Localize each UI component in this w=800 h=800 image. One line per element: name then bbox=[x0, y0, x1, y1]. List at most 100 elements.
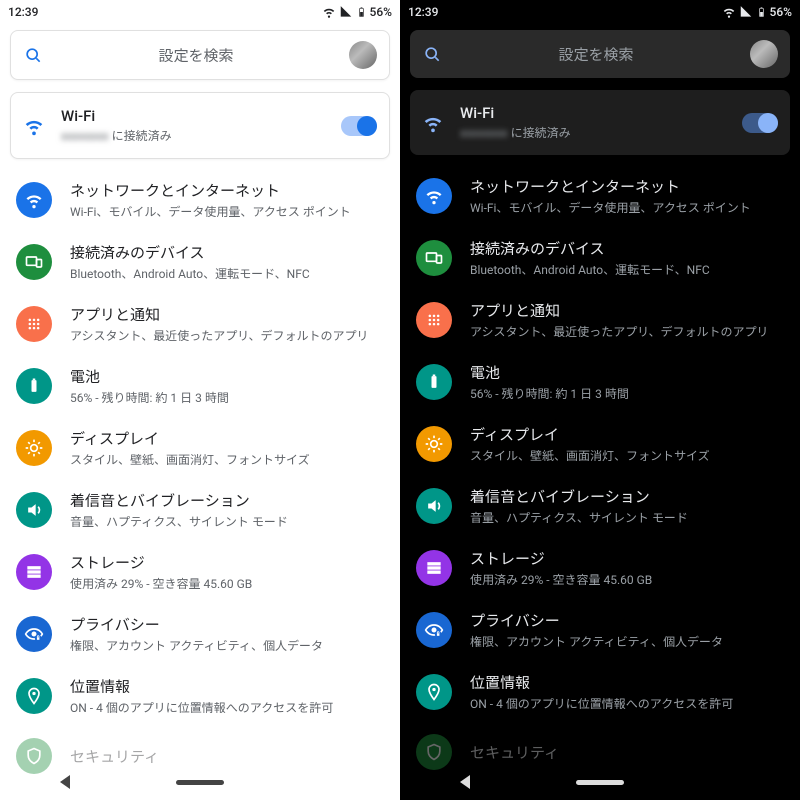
item-subtitle: スタイル、壁紙、画面消灯、フォントサイズ bbox=[470, 447, 784, 464]
item-title: ディスプレイ bbox=[70, 428, 384, 449]
display-icon bbox=[16, 430, 52, 466]
wifi-status-icon bbox=[322, 5, 336, 19]
wifi-subtitle: xxxxxxxx に接続済み bbox=[61, 127, 325, 144]
apps-icon bbox=[16, 306, 52, 342]
settings-item-storage[interactable]: ストレージ使用済み 29% - 空き容量 45.60 GB bbox=[400, 537, 800, 599]
item-title: ストレージ bbox=[470, 548, 784, 569]
nav-home-icon[interactable] bbox=[176, 780, 224, 785]
settings-item-battery[interactable]: 電池56% - 残り時間: 約 1 日 3 時間 bbox=[0, 355, 400, 417]
item-subtitle: 使用済み 29% - 空き容量 45.60 GB bbox=[70, 575, 384, 592]
location-icon bbox=[16, 678, 52, 714]
item-subtitle: ON - 4 個のアプリに位置情報へのアクセスを許可 bbox=[70, 699, 384, 716]
item-title: 接続済みのデバイス bbox=[470, 238, 784, 259]
wifi-title: Wi-Fi bbox=[460, 104, 726, 122]
wifi-card[interactable]: Wi-Fi xxxxxxxx に接続済み bbox=[10, 92, 390, 159]
item-title: ネットワークとインターネット bbox=[70, 180, 384, 201]
item-title: ストレージ bbox=[70, 552, 384, 573]
devices-icon bbox=[16, 244, 52, 280]
search-icon bbox=[23, 45, 43, 65]
wifi-icon bbox=[416, 178, 452, 214]
nav-back-icon[interactable] bbox=[60, 775, 70, 789]
item-title: 位置情報 bbox=[70, 676, 384, 697]
battery-icon bbox=[16, 368, 52, 404]
item-subtitle: 56% - 残り時間: 約 1 日 3 時間 bbox=[470, 385, 784, 402]
search-placeholder: 設定を検索 bbox=[55, 45, 337, 66]
item-subtitle: アシスタント、最近使ったアプリ、デフォルトのアプリ bbox=[470, 323, 784, 340]
item-subtitle: Wi-Fi、モバイル、データ使用量、アクセス ポイント bbox=[470, 199, 784, 216]
avatar[interactable] bbox=[349, 41, 377, 69]
item-subtitle: 使用済み 29% - 空き容量 45.60 GB bbox=[470, 571, 784, 588]
signal-icon bbox=[339, 5, 353, 19]
settings-item-sound[interactable]: 着信音とバイブレーション音量、ハプティクス、サイレント モード bbox=[400, 475, 800, 537]
item-subtitle: ON - 4 個のアプリに位置情報へのアクセスを許可 bbox=[470, 695, 784, 712]
item-subtitle: 音量、ハプティクス、サイレント モード bbox=[470, 509, 784, 526]
status-icons: 56% bbox=[722, 5, 792, 19]
item-title: ディスプレイ bbox=[470, 424, 784, 445]
nav-bar bbox=[400, 764, 800, 800]
privacy-icon bbox=[416, 612, 452, 648]
item-subtitle: 音量、ハプティクス、サイレント モード bbox=[70, 513, 384, 530]
settings-item-display[interactable]: ディスプレイスタイル、壁紙、画面消灯、フォントサイズ bbox=[0, 417, 400, 479]
search-bar[interactable]: 設定を検索 bbox=[410, 30, 790, 78]
wifi-icon bbox=[422, 112, 444, 134]
settings-item-wifi[interactable]: ネットワークとインターネットWi-Fi、モバイル、データ使用量、アクセス ポイン… bbox=[0, 169, 400, 231]
apps-icon bbox=[416, 302, 452, 338]
item-title: プライバシー bbox=[70, 614, 384, 635]
item-title: プライバシー bbox=[470, 610, 784, 631]
devices-icon bbox=[416, 240, 452, 276]
settings-item-sound[interactable]: 着信音とバイブレーション音量、ハプティクス、サイレント モード bbox=[0, 479, 400, 541]
search-icon bbox=[422, 44, 442, 64]
storage-icon bbox=[416, 550, 452, 586]
status-icons: 56% bbox=[322, 5, 392, 19]
settings-item-location[interactable]: 位置情報 ON - 4 個のアプリに位置情報へのアクセスを許可 bbox=[400, 661, 800, 723]
settings-list-dark: ネットワークとインターネット Wi-Fi、モバイル、データ使用量、アクセス ポイン… bbox=[400, 165, 800, 800]
storage-icon bbox=[16, 554, 52, 590]
status-time: 12:39 bbox=[8, 5, 38, 19]
item-subtitle: スタイル、壁紙、画面消灯、フォントサイズ bbox=[70, 451, 384, 468]
wifi-card[interactable]: Wi-Fi xxxxxxxx に接続済み bbox=[410, 90, 790, 155]
status-time: 12:39 bbox=[408, 5, 438, 19]
item-title: 電池 bbox=[70, 366, 384, 387]
wifi-subtitle: xxxxxxxx に接続済み bbox=[460, 124, 726, 141]
nav-home-icon[interactable] bbox=[576, 780, 624, 785]
settings-item-devices[interactable]: 接続済みのデバイスBluetooth、Android Auto、運転モード、NF… bbox=[0, 231, 400, 293]
battery-icon bbox=[756, 5, 767, 19]
settings-item-apps[interactable]: アプリと通知アシスタント、最近使ったアプリ、デフォルトのアプリ bbox=[400, 289, 800, 351]
settings-item-battery[interactable]: 電池56% - 残り時間: 約 1 日 3 時間 bbox=[400, 351, 800, 413]
sound-icon bbox=[16, 492, 52, 528]
settings-item-privacy[interactable]: プライバシー権限、アカウント アクティビティ、個人データ bbox=[0, 603, 400, 665]
wifi-status-icon bbox=[722, 5, 736, 19]
item-subtitle: Bluetooth、Android Auto、運転モード、NFC bbox=[470, 261, 784, 278]
item-title: セキュリティ bbox=[470, 742, 784, 763]
settings-item-privacy[interactable]: プライバシー権限、アカウント アクティビティ、個人データ bbox=[400, 599, 800, 661]
wifi-toggle[interactable] bbox=[742, 113, 778, 133]
settings-item-storage[interactable]: ストレージ使用済み 29% - 空き容量 45.60 GB bbox=[0, 541, 400, 603]
settings-item-devices[interactable]: 接続済みのデバイス Bluetooth、Android Auto、運転モード、NF… bbox=[400, 227, 800, 289]
battery-icon bbox=[356, 5, 367, 19]
wifi-title: Wi-Fi bbox=[61, 107, 325, 125]
battery-percent: 56% bbox=[370, 5, 392, 19]
settings-item-display[interactable]: ディスプレイスタイル、壁紙、画面消灯、フォントサイズ bbox=[400, 413, 800, 475]
item-title: 着信音とバイブレーション bbox=[70, 490, 384, 511]
wifi-icon bbox=[23, 115, 45, 137]
settings-item-apps[interactable]: アプリと通知アシスタント、最近使ったアプリ、デフォルトのアプリ bbox=[0, 293, 400, 355]
settings-item-wifi[interactable]: ネットワークとインターネット Wi-Fi、モバイル、データ使用量、アクセス ポイン… bbox=[400, 165, 800, 227]
privacy-icon bbox=[16, 616, 52, 652]
location-icon bbox=[416, 674, 452, 710]
search-bar[interactable]: 設定を検索 bbox=[10, 30, 390, 80]
wifi-icon bbox=[16, 182, 52, 218]
item-title: 位置情報 bbox=[470, 672, 784, 693]
avatar[interactable] bbox=[750, 40, 778, 68]
item-subtitle: アシスタント、最近使ったアプリ、デフォルトのアプリ bbox=[70, 327, 384, 344]
settings-item-location[interactable]: 位置情報 ON - 4 個のアプリに位置情報へのアクセスを許可 bbox=[0, 665, 400, 727]
status-bar: 12:39 56% bbox=[400, 0, 800, 24]
battery-icon bbox=[416, 364, 452, 400]
item-subtitle: 権限、アカウント アクティビティ、個人データ bbox=[70, 637, 384, 654]
search-placeholder: 設定を検索 bbox=[454, 44, 738, 65]
wifi-toggle[interactable] bbox=[341, 116, 377, 136]
nav-bar bbox=[0, 764, 400, 800]
item-title: ネットワークとインターネット bbox=[470, 176, 784, 197]
sound-icon bbox=[416, 488, 452, 524]
nav-back-icon[interactable] bbox=[460, 775, 470, 789]
display-icon bbox=[416, 426, 452, 462]
